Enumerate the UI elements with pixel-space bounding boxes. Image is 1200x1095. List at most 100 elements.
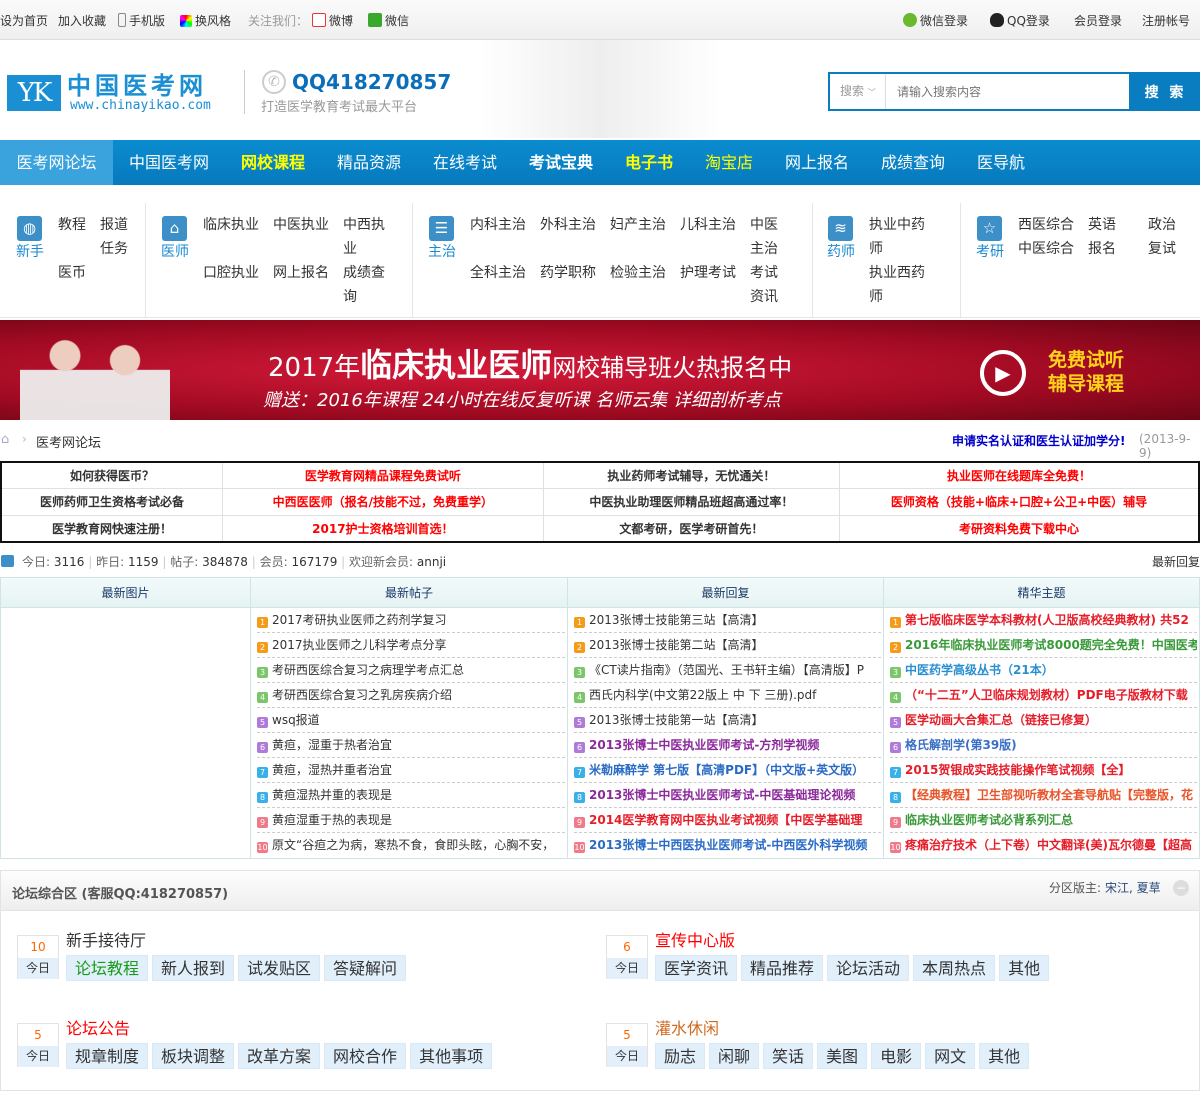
list-item[interactable]: 4 （“十二五”人卫临床规划教材）PDF电子版教材下载	[890, 683, 1197, 708]
list-item[interactable]: 3 中医药学高级丛书（21本）	[890, 658, 1197, 683]
moderators[interactable]: 宋江, 夏草	[1105, 879, 1161, 896]
list-item-title[interactable]: 中医药学高级丛书（21本）	[905, 663, 1054, 677]
list-item[interactable]: 10 原文“谷疸之为病，寒热不食，食即头眩，心胸不安，	[257, 833, 565, 858]
list-item-title[interactable]: 黄疸，湿热并重者治宜	[272, 763, 392, 777]
list-item[interactable]: 2 2017执业医师之儿科学考点分享	[257, 633, 565, 658]
grid-header[interactable]: 最新帖子	[251, 578, 568, 608]
sub-board-link[interactable]: 其他事项	[410, 1043, 493, 1069]
star-icon[interactable]: ☆	[977, 216, 1002, 241]
list-item-title[interactable]: 《CT读片指南》（范国光、王书轩主编）【高清版】P	[589, 663, 864, 677]
list-item-title[interactable]: 黄疸湿重于热的表现是	[272, 813, 392, 827]
ad-link[interactable]: 中医执业助理医师精品班超高通过率！	[542, 488, 841, 516]
nav-item[interactable]: 淘宝店	[705, 140, 753, 185]
sub-board-link[interactable]: 论坛教程	[66, 955, 149, 981]
newest-member-link[interactable]: annji	[417, 555, 446, 569]
list-item[interactable]: 2 2013张博士技能第二站【高清】	[574, 633, 881, 658]
list-item-title[interactable]: 米勒麻醉学 第七版【高清PDF】（中文版+英文版）	[589, 763, 864, 777]
list-item-title[interactable]: 2013张博士中医执业医师考试-方剂学视频	[589, 738, 819, 752]
list-item[interactable]: 10 2013张博士中西医执业医师考试-中西医外科学视频	[574, 833, 881, 858]
list-item[interactable]: 9 黄疸湿重于热的表现是	[257, 808, 565, 833]
nav-item[interactable]: 在线考试	[433, 140, 497, 185]
list-item-title[interactable]: 2017执业医师之儿科学考点分享	[272, 638, 447, 652]
logo-mark[interactable]: YK	[7, 75, 61, 111]
list-item[interactable]: 8 2013张博士中医执业医师考试-中医基础理论视频	[574, 783, 881, 808]
category-link[interactable]: 英语	[1088, 213, 1116, 237]
list-item[interactable]: 7 米勒麻醉学 第七版【高清PDF】（中文版+英文版）	[574, 758, 881, 783]
nav-item[interactable]: 考试宝典	[529, 140, 593, 185]
list-item-title[interactable]: wsq报道	[272, 713, 320, 727]
list-item[interactable]: 6 格氏解剖学(第39版)	[890, 733, 1197, 758]
category-link[interactable]: 执业西药师	[869, 261, 927, 309]
list-item-title[interactable]: 2013张博士技能第三站【高清】	[589, 613, 764, 627]
category-link[interactable]: 报道任务	[100, 213, 130, 261]
list-item[interactable]: 3 《CT读片指南》（范国光、王书轩主编）【高清版】P	[574, 658, 881, 683]
category-link[interactable]: 全科主治	[470, 261, 526, 285]
list-item-title[interactable]: 临床执业医师考试必背系列汇总	[905, 813, 1073, 827]
category-link[interactable]: 口腔执业	[203, 261, 259, 285]
category-link[interactable]: 执业中药师	[869, 213, 927, 261]
sub-board-link[interactable]: 笑话	[763, 1043, 814, 1069]
category-label[interactable]: 医师	[161, 241, 189, 261]
list-item[interactable]: 1 2013张博士技能第三站【高清】	[574, 608, 881, 633]
grid-header[interactable]: 精华主题	[884, 578, 1199, 608]
home-icon[interactable]: ⌂	[162, 216, 187, 241]
ad-link[interactable]: 医学教育网快速注册！	[0, 514, 224, 543]
register-link[interactable]: 注册帐号	[1142, 12, 1190, 29]
promo-banner[interactable]: 2017年临床执业医师网校辅导班火热报名中 赠送：2016年课程 24小时在线反…	[0, 320, 1200, 420]
list-item-title[interactable]: 2017考研执业医师之药剂学复习	[272, 613, 447, 627]
sub-board-link[interactable]: 精品推荐	[741, 955, 824, 981]
nav-item[interactable]: 成绩查询	[881, 140, 945, 185]
board-name[interactable]: 论坛公告	[66, 1015, 130, 1039]
board-name[interactable]: 新手接待厅	[66, 927, 146, 951]
category-link[interactable]: 中西执业	[343, 213, 387, 261]
list-item[interactable]: 2 2016年临床执业医师考试8000题完全免费！中国医考	[890, 633, 1197, 658]
home-icon[interactable]: ⌂	[1, 432, 9, 447]
globe-icon[interactable]: ◍	[17, 216, 42, 241]
list-item-title[interactable]: 考研西医综合复习之病理学考点汇总	[272, 663, 464, 677]
layers-icon[interactable]: ≋	[828, 216, 853, 241]
sub-board-link[interactable]: 其他	[999, 955, 1050, 981]
list-item-title[interactable]: 2013张博士技能第二站【高清】	[589, 638, 764, 652]
category-link[interactable]: 中医执业	[273, 213, 329, 237]
category-link[interactable]: 内科主治	[470, 213, 526, 237]
search-type-select[interactable]: 搜索 ﹀	[830, 74, 886, 109]
list-item[interactable]: 4 考研西医综合复习之乳房疾病介绍	[257, 683, 565, 708]
list-item[interactable]: 7 黄疸，湿热并重者治宜	[257, 758, 565, 783]
forum-category-title[interactable]: 论坛综合区 (客服QQ:418270857)	[12, 883, 228, 902]
list-item[interactable]: 1 2017考研执业医师之药剂学复习	[257, 608, 565, 633]
banner-cta[interactable]: 免费试听 辅导课程	[1048, 348, 1124, 396]
list-item-title[interactable]: 疼痛治疗技术（上下卷）中文翻译(美)瓦尔德曼【超高	[905, 838, 1192, 852]
list-item-title[interactable]: 黄疸，湿重于热者治宜	[272, 738, 392, 752]
sub-board-link[interactable]: 改革方案	[238, 1043, 321, 1069]
search-button[interactable]: 搜 索	[1129, 72, 1200, 111]
nav-item[interactable]: 中国医考网	[129, 140, 209, 185]
sub-board-link[interactable]: 答疑解问	[324, 955, 407, 981]
ad-link[interactable]: 医师药师卫生资格考试必备	[0, 488, 224, 516]
category-link[interactable]: 临床执业	[203, 213, 259, 237]
category-link[interactable]: 教程	[58, 213, 86, 237]
category-link[interactable]: 成绩查询	[343, 261, 387, 309]
list-item-title[interactable]: （“十二五”人卫临床规划教材）PDF电子版教材下载	[905, 688, 1188, 702]
sub-board-link[interactable]: 网文	[925, 1043, 976, 1069]
sub-board-link[interactable]: 规章制度	[66, 1043, 149, 1069]
nav-item[interactable]: 网校课程	[241, 140, 305, 185]
category-link[interactable]: 外科主治	[540, 213, 596, 237]
list-item-title[interactable]: 考研西医综合复习之乳房疾病介绍	[272, 688, 452, 702]
ad-link[interactable]: 执业药师考试辅导，无忧通关！	[542, 461, 841, 490]
sub-board-link[interactable]: 美图	[817, 1043, 868, 1069]
category-link[interactable]: 儿科主治	[680, 213, 736, 237]
grid-header[interactable]: 最新回复	[568, 578, 884, 608]
list-item-title[interactable]: 黄疸湿热并重的表现是	[272, 788, 392, 802]
ad-link[interactable]: 文都考研，医学考研首先！	[542, 514, 841, 543]
certification-notice-link[interactable]: 申请实名认证和医生认证加学分!	[952, 432, 1125, 449]
list-item[interactable]: 5 医学动画大合集汇总（链接已修复）	[890, 708, 1197, 733]
list-item[interactable]: 7 2015贺银成实践技能操作笔试视频【全】	[890, 758, 1197, 783]
list-item[interactable]: 1 第七版临床医学本科教材(人卫版高校经典教材) 共52	[890, 608, 1197, 633]
category-label[interactable]: 主治	[428, 241, 456, 261]
add-favorite-link[interactable]: 加入收藏	[58, 12, 106, 29]
category-link[interactable]: 中医综合	[1018, 237, 1074, 261]
sub-board-link[interactable]: 板块调整	[152, 1043, 235, 1069]
wechat-login-link[interactable]: 微信登录	[903, 12, 968, 29]
search-input[interactable]	[887, 74, 1129, 109]
list-item[interactable]: 9 2014医学教育网中医执业考试视频【中医学基础理	[574, 808, 881, 833]
